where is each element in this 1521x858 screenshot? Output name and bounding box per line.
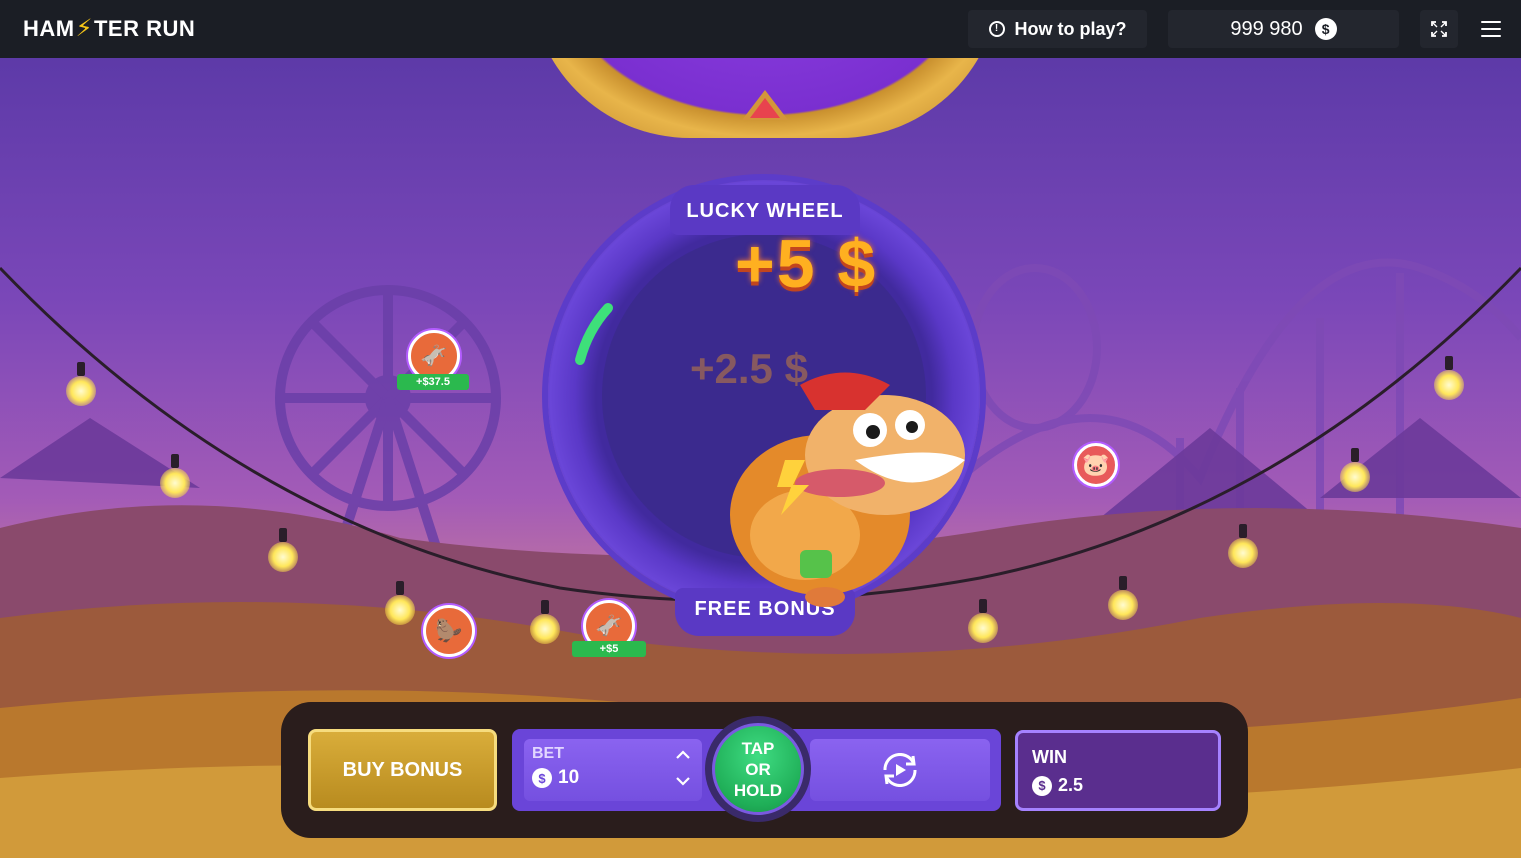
- buy-bonus-button[interactable]: BUY BONUS: [308, 729, 497, 811]
- chevron-up-icon: [676, 750, 690, 759]
- win-label: WIN: [1032, 747, 1067, 767]
- wheel-progress-arc: [575, 303, 613, 365]
- current-prize-text: +5 $: [735, 226, 878, 302]
- light-bulb: [1434, 356, 1464, 400]
- hamster-character: [730, 372, 965, 607]
- logo-bolt-icon: ⚡: [75, 15, 93, 42]
- player-avatar-capybara: 🦫: [423, 605, 475, 657]
- bet-value-display: $ 10: [532, 767, 579, 789]
- bet-selector[interactable]: BET $ 10: [524, 739, 702, 801]
- top-bar: HAM ⚡ TER RUN ! How to play? 999 980 $: [0, 0, 1521, 58]
- player-win-tag: +$37.5: [397, 374, 469, 390]
- how-to-play-label: How to play?: [1014, 18, 1127, 39]
- coin-icon: $: [1032, 775, 1052, 796]
- light-bulb: [1228, 524, 1258, 568]
- balance-display: 999 980 $: [1168, 10, 1399, 48]
- tap-label-line1: TAP: [741, 738, 775, 758]
- logo: HAM ⚡ TER RUN: [23, 14, 195, 43]
- tap-label-line3: HOLD: [733, 780, 783, 800]
- autoplay-icon: [883, 753, 917, 787]
- info-icon: !: [988, 21, 1005, 37]
- win-value-display: $ 2.5: [1032, 775, 1083, 796]
- light-bulb: [968, 599, 998, 643]
- chevron-down-icon: [676, 777, 690, 786]
- light-bulb: [66, 362, 96, 406]
- bet-value: 10: [558, 767, 580, 788]
- light-bulb: [530, 600, 560, 644]
- light-bulb: [160, 454, 190, 498]
- light-bulb: [385, 581, 415, 625]
- bet-label: BET: [532, 745, 564, 762]
- fullscreen-button[interactable]: [1420, 10, 1458, 48]
- tap-or-hold-button[interactable]: TAP OR HOLD: [705, 716, 811, 822]
- coin-icon: $: [1314, 18, 1337, 40]
- menu-icon: [1481, 21, 1501, 23]
- win-display: WIN $ 2.5: [1015, 730, 1221, 811]
- coin-icon: $: [532, 768, 552, 788]
- player-avatar-pig: 🐷: [1074, 443, 1118, 487]
- logo-text-part1: HAM: [23, 15, 75, 41]
- fullscreen-icon: [1431, 21, 1447, 37]
- light-bulb: [268, 528, 298, 572]
- bet-decrease-button[interactable]: [672, 771, 694, 791]
- light-bulb: [1340, 448, 1370, 492]
- tap-or-hold-face: TAP OR HOLD: [712, 723, 804, 815]
- win-value: 2.5: [1058, 775, 1084, 795]
- balance-value: 999 980: [1230, 17, 1303, 40]
- autoplay-button[interactable]: [810, 739, 990, 801]
- logo-text-part2: TER RUN: [93, 15, 196, 41]
- menu-button[interactable]: [1476, 14, 1506, 44]
- how-to-play-button[interactable]: ! How to play?: [968, 10, 1147, 48]
- player-win-tag: +$5: [572, 641, 646, 657]
- tap-label-line2: OR: [745, 759, 771, 779]
- wheel-pointer-icon: [742, 90, 788, 120]
- bet-increase-button[interactable]: [672, 745, 694, 765]
- light-bulb: [1108, 576, 1138, 620]
